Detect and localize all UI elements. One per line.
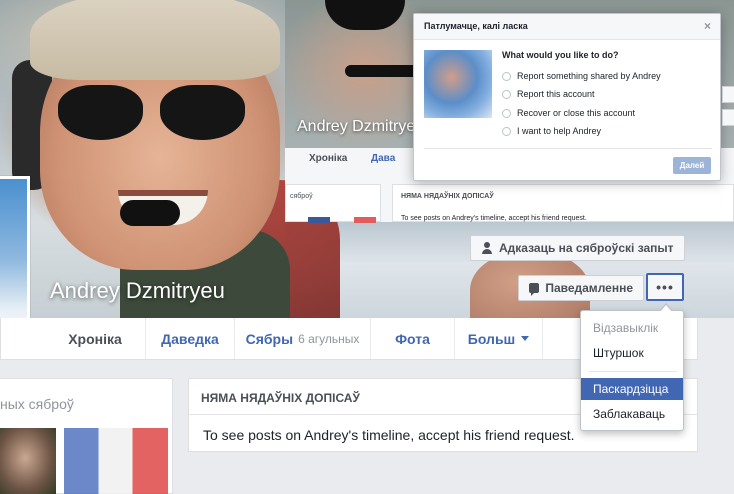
background-tab-about: Дава	[371, 153, 396, 164]
report-option-recover-account[interactable]: Recover or close this account	[502, 108, 635, 118]
background-posts-card: НЯМА НЯДАЎНІХ ДОПІСАЎ To see posts on An…	[392, 184, 734, 222]
ellipsis-icon: •••	[656, 279, 674, 295]
report-option-help[interactable]: I want to help Andrey	[502, 126, 601, 136]
background-photo-glasses	[325, 0, 405, 30]
menu-item-block[interactable]: Заблакаваць	[581, 403, 683, 425]
tab-more-label: Больш	[467, 330, 516, 347]
tab-photos[interactable]: Фота	[371, 318, 455, 359]
caret-down-icon	[521, 336, 530, 341]
more-options-dropdown: Відзавыклік Штуршок Паскардзіцца Заблака…	[580, 303, 684, 431]
background-friends-card: сяброў	[285, 184, 381, 223]
friends-card-title[interactable]: ных сяброў	[0, 396, 74, 412]
menu-divider	[589, 371, 677, 372]
background-tab-timeline: Хроніка	[309, 153, 348, 164]
tab-about[interactable]: Даведка	[146, 318, 235, 359]
cover-microphone	[120, 200, 180, 226]
mutual-friends-count: 6 агульных	[298, 331, 360, 346]
tab-friends-label: Сябры	[245, 330, 294, 347]
radio-button[interactable]	[502, 126, 511, 136]
more-options-button[interactable]: •••	[646, 273, 684, 301]
tab-more[interactable]: Больш	[455, 318, 543, 359]
menu-item-label: Паскардзіцца	[593, 382, 669, 396]
report-option-account[interactable]: Report this account	[502, 89, 595, 99]
radio-button[interactable]	[502, 89, 511, 99]
next-button[interactable]: Далей	[673, 157, 711, 174]
background-friends-title: сяброў	[290, 193, 313, 200]
menu-item-label: Штуршок	[593, 346, 644, 360]
report-dialog-title: Патлумачце, калі ласка	[424, 21, 528, 31]
background-posts-header: НЯМА НЯДАЎНІХ ДОПІСАЎ	[401, 193, 494, 200]
menu-item-label: Відзавыклік	[593, 321, 659, 335]
tab-photos-label: Фота	[395, 330, 430, 347]
report-dialog-divider	[424, 148, 712, 149]
menu-item-unfollow: Відзавыклік	[581, 317, 683, 339]
report-dialog: Патлумачце, калі ласка × What would you …	[413, 13, 721, 181]
close-icon[interactable]: ×	[704, 19, 711, 33]
menu-item-poke[interactable]: Штуршок	[581, 342, 683, 364]
background-profile-name: Andrey Dzmitryeu	[297, 118, 425, 135]
report-option-shared-content[interactable]: Report something shared by Andrey	[502, 71, 661, 81]
report-option-label: Report something shared by Andrey	[517, 71, 661, 81]
background-edge-control	[722, 109, 734, 126]
person-add-icon	[481, 242, 493, 254]
report-option-label: I want to help Andrey	[517, 126, 602, 136]
respond-friend-request-button[interactable]: Адказаць на сяброўскі запыт	[470, 235, 685, 261]
report-dialog-question: What would you like to do?	[502, 50, 619, 60]
cover-glasses-right	[160, 85, 245, 140]
profile-name[interactable]: Andrey Dzmitryeu	[50, 278, 225, 304]
message-icon	[529, 283, 540, 296]
friend-thumbnail[interactable]	[0, 428, 56, 494]
report-option-label: Recover or close this account	[517, 108, 636, 118]
tab-timeline-label: Хроніка	[68, 330, 122, 347]
report-dialog-header: Патлумачце, калі ласка ×	[414, 14, 720, 40]
report-dialog-profile-thumbnail	[424, 50, 492, 118]
background-edge-control	[722, 86, 734, 103]
friends-card: ных сяброў	[0, 378, 173, 494]
respond-friend-request-label: Адказаць на сяброўскі запыт	[499, 241, 674, 255]
message-button[interactable]: Паведамленне	[518, 275, 644, 301]
menu-item-report[interactable]: Паскардзіцца	[581, 378, 683, 400]
background-friend-thumb	[308, 217, 330, 223]
report-option-label: Report this account	[517, 89, 595, 99]
background-friend-thumb	[354, 217, 376, 223]
radio-button[interactable]	[502, 71, 511, 81]
tab-timeline[interactable]: Хроніка	[45, 318, 146, 359]
tab-friends[interactable]: Сябры 6 агульных	[235, 318, 371, 359]
tab-about-label: Даведка	[161, 330, 219, 347]
cover-cap	[30, 0, 280, 80]
friend-thumbnail[interactable]	[64, 428, 168, 494]
menu-item-label: Заблакаваць	[593, 407, 666, 421]
radio-button[interactable]	[502, 108, 511, 118]
cover-glasses-left	[58, 85, 143, 140]
background-posts-body: To see posts on Andrey's timeline, accep…	[401, 215, 587, 222]
message-label: Паведамленне	[545, 281, 633, 295]
